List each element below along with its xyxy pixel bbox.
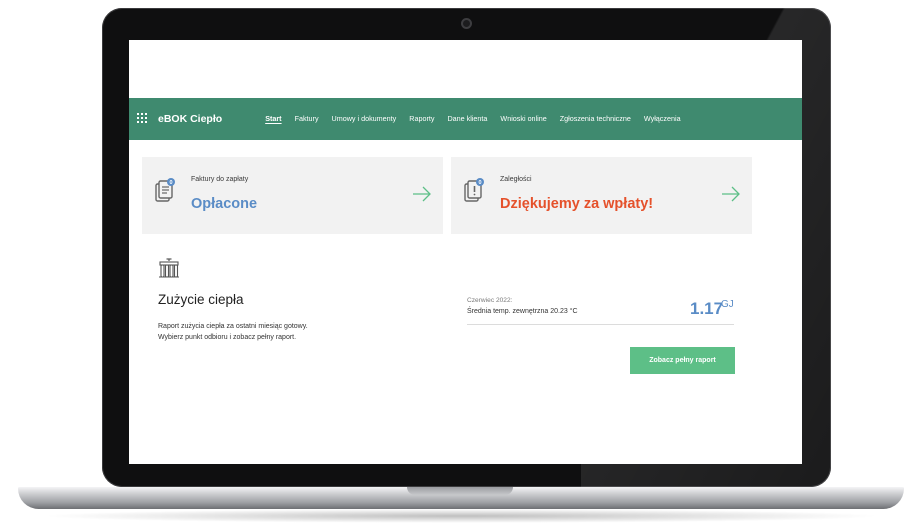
laptop-mockup: eBOK Ciepło Start Faktury Umowy i dokume… — [0, 0, 921, 531]
invoices-badge: 0 — [169, 180, 172, 186]
arrow-right-icon[interactable] — [721, 186, 741, 202]
arrears-card[interactable]: 0 Zaległości Dziękujemy za wpłaty! — [451, 157, 752, 234]
laptop-shadow — [40, 509, 882, 523]
desc-line-2: Wybierz punkt odbioru i zobacz pełny rap… — [158, 334, 297, 341]
usage-unit: GJ — [721, 299, 734, 310]
invoices-card[interactable]: 0 Faktury do zapłaty Opłacone — [142, 157, 443, 234]
nav-item-raporty[interactable]: Raporty — [409, 114, 434, 124]
nav-item-wnioski[interactable]: Wnioski online — [500, 114, 546, 124]
invoices-status: Opłacone — [191, 196, 258, 212]
alert-document-icon: 0 — [464, 178, 484, 202]
period-label: Czerwiec 2022: — [467, 297, 513, 304]
arrow-right-icon[interactable] — [412, 186, 432, 202]
nav-item-faktury[interactable]: Faktury — [295, 114, 319, 124]
heat-usage-title: Zużycie ciepła — [158, 292, 244, 307]
nav-item-start[interactable]: Start — [265, 114, 281, 124]
avg-temp-label: Średnia temp. zewnętrzna 20.23 °C — [467, 308, 578, 315]
full-report-button[interactable]: Zobacz pełny raport — [630, 347, 735, 374]
divider — [467, 324, 734, 325]
invoices-title: Faktury do zapłaty — [191, 176, 249, 183]
desc-line-1: Raport zużycia ciepła za ostatni miesiąc… — [158, 323, 308, 330]
nav-item-dane-klienta[interactable]: Dane klienta — [447, 114, 487, 124]
arrears-status: Dziękujemy za wpłaty! — [500, 196, 654, 212]
usage-value: 1.17 — [690, 299, 724, 318]
nav-item-umowy[interactable]: Umowy i dokumenty — [332, 114, 397, 124]
heat-usage-description: Raport zużycia ciepła za ostatni miesiąc… — [158, 321, 378, 343]
brand-logo[interactable]: eBOK Ciepło — [158, 113, 222, 125]
app-screen: eBOK Ciepło Start Faktury Umowy i dokume… — [129, 40, 802, 464]
top-navbar: eBOK Ciepło Start Faktury Umowy i dokume… — [129, 98, 802, 140]
arrears-badge: 0 — [478, 180, 481, 186]
radiator-icon — [159, 258, 179, 278]
main-nav: Start Faktury Umowy i dokumenty Raporty … — [265, 114, 693, 124]
laptop-notch — [407, 487, 513, 495]
apps-grid-icon[interactable] — [137, 113, 149, 125]
arrears-title: Zaległości — [500, 176, 532, 183]
nav-item-zgloszenia[interactable]: Zgłoszenia techniczne — [560, 114, 631, 124]
document-icon: 0 — [155, 178, 175, 202]
webcam-icon — [461, 18, 472, 29]
nav-item-wylaczenia[interactable]: Wyłączenia — [644, 114, 681, 124]
